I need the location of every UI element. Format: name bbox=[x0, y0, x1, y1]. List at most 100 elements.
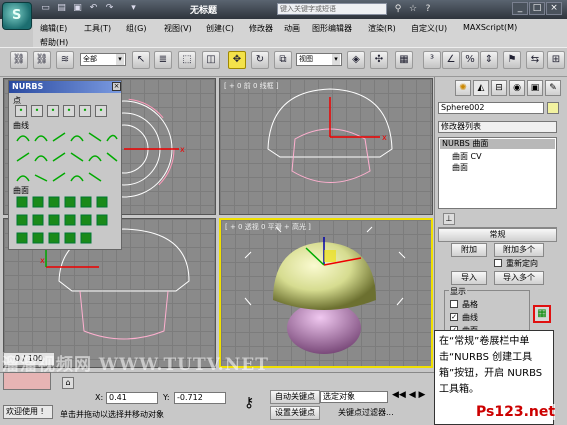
menu-maxscript[interactable]: MAXScript(M) bbox=[463, 23, 517, 32]
y-coord-field[interactable]: -0.712 bbox=[174, 392, 226, 404]
x-coord-field[interactable]: 0.41 bbox=[106, 392, 158, 404]
nurbs-creation-toolbox-button[interactable]: ▦ bbox=[533, 305, 551, 323]
menu-customize[interactable]: 自定义(U) bbox=[411, 23, 447, 34]
menu-create[interactable]: 创建(C) bbox=[206, 23, 234, 34]
menu-animation[interactable]: 动画 bbox=[284, 23, 300, 34]
select-and-move-icon[interactable]: ✥ bbox=[228, 51, 246, 69]
lock-selection-icon[interactable]: ⌂ bbox=[62, 377, 74, 389]
stack-tools bbox=[438, 212, 557, 228]
open-file-icon[interactable]: ▤ bbox=[56, 3, 67, 14]
playback-controls[interactable]: ◀◀ ◀ ▶ bbox=[392, 390, 432, 402]
reference-coordinate-dropdown[interactable]: 视图 bbox=[296, 53, 342, 66]
nurbs-toolbox[interactable]: NURBS × 点 • • • • • • 曲线 曲面 bbox=[8, 80, 122, 250]
stack-item-surface[interactable]: 曲面 bbox=[452, 162, 468, 173]
hierarchy-tab-icon[interactable]: ⊟ bbox=[491, 80, 507, 96]
nurbs-section-curve: 曲线 bbox=[13, 121, 29, 130]
viewport-perspective[interactable]: [ + 0 透视 0 平滑 + 高光 ] bbox=[219, 218, 433, 368]
help-icon[interactable]: ? bbox=[422, 3, 434, 15]
set-key-button[interactable]: 设置关键点 bbox=[270, 406, 320, 420]
menu-views[interactable]: 视图(V) bbox=[164, 23, 192, 34]
modify-tab-icon[interactable]: ◭ bbox=[473, 80, 489, 96]
display-lattice-label: 晶格 bbox=[462, 300, 478, 309]
nurbs-curve-point-icon[interactable]: • bbox=[47, 105, 59, 117]
nurbs-surface-curve-point-icon[interactable]: • bbox=[95, 105, 107, 117]
stack-item-surface-cv[interactable]: 曲面 CV bbox=[452, 151, 482, 162]
key-filters-button[interactable]: 关键点过滤器... bbox=[338, 407, 394, 418]
reorient-label: 重新定向 bbox=[506, 259, 538, 268]
bind-space-warp-icon[interactable]: ≋ bbox=[56, 51, 74, 69]
save-icon[interactable]: ▣ bbox=[72, 3, 83, 14]
binoculars-icon[interactable]: ⚲ bbox=[392, 3, 404, 15]
viewport-front[interactable]: x [ + 0 前 0 线框 ] bbox=[219, 78, 433, 215]
create-tab-icon[interactable]: ✺ bbox=[455, 80, 471, 96]
pin-stack-icon[interactable]: ⊥ bbox=[443, 213, 455, 225]
display-lattice-checkbox[interactable] bbox=[450, 300, 458, 308]
pivot-center-icon[interactable]: ◈ bbox=[347, 51, 365, 69]
menu-graph-editors[interactable]: 图形编辑器 bbox=[312, 23, 352, 34]
attach-button[interactable]: 附加 bbox=[451, 243, 487, 257]
close-button[interactable]: × bbox=[546, 2, 562, 15]
key-filter-dropdown[interactable]: 选定对象 bbox=[320, 391, 388, 403]
modifier-list-dropdown[interactable]: 修改器列表 bbox=[438, 121, 557, 133]
front-view-geometry: x bbox=[267, 88, 393, 183]
viewport-perspective-label: [ + 0 透视 0 平滑 + 高光 ] bbox=[225, 223, 311, 231]
display-tab-icon[interactable]: ▣ bbox=[527, 80, 543, 96]
search-input[interactable]: 键入关键字或短语 bbox=[277, 3, 387, 15]
menu-group[interactable]: 组(G) bbox=[126, 23, 146, 34]
percent-snap-icon[interactable]: % bbox=[461, 51, 479, 69]
nurbs-close-button[interactable]: × bbox=[112, 82, 121, 91]
key-mode-icon[interactable]: ⚷ bbox=[244, 395, 254, 411]
menu-tools[interactable]: 工具(T) bbox=[84, 23, 111, 34]
select-by-name-icon[interactable]: ≣ bbox=[154, 51, 172, 69]
select-and-scale-icon[interactable]: ⧉ bbox=[274, 51, 292, 69]
display-curves-label: 曲线 bbox=[462, 313, 478, 322]
nurbs-surface-point-icon[interactable]: • bbox=[79, 105, 91, 117]
redo-icon[interactable]: ↷ bbox=[104, 3, 115, 14]
general-rollout-header[interactable]: 常规 bbox=[438, 228, 557, 242]
window-title: 无标题 bbox=[190, 6, 218, 16]
maximize-button[interactable]: □ bbox=[529, 2, 545, 15]
nurbs-curve-curve-point-icon[interactable]: • bbox=[63, 105, 75, 117]
object-color-swatch[interactable] bbox=[547, 102, 559, 114]
angle-snap-icon[interactable]: ∠ bbox=[442, 51, 460, 69]
menu-rendering[interactable]: 渲染(R) bbox=[368, 23, 396, 34]
rect-selection-icon[interactable]: ⬚ bbox=[178, 51, 196, 69]
auto-key-button[interactable]: 自动关键点 bbox=[270, 390, 320, 404]
snap-toggle-icon[interactable]: ³ bbox=[423, 51, 441, 69]
motion-tab-icon[interactable]: ◉ bbox=[509, 80, 525, 96]
select-and-link-icon[interactable]: ⛓ bbox=[10, 51, 28, 69]
window-crossing-icon[interactable]: ◫ bbox=[202, 51, 220, 69]
manipulate-icon[interactable]: ✣ bbox=[370, 51, 388, 69]
select-object-icon[interactable]: ↖ bbox=[132, 51, 150, 69]
project-folder-icon[interactable]: ▾ bbox=[128, 3, 139, 14]
welcome-label: 欢迎使用 ! bbox=[3, 405, 53, 419]
reorient-checkbox[interactable] bbox=[494, 259, 502, 267]
undo-icon[interactable]: ↶ bbox=[88, 3, 99, 14]
spinner-snap-icon[interactable]: ⇕ bbox=[480, 51, 498, 69]
display-curves-checkbox[interactable]: ✓ bbox=[450, 313, 458, 321]
nurbs-toolbox-title[interactable]: NURBS bbox=[9, 81, 121, 93]
nurbs-point-tool-icon[interactable]: • bbox=[15, 105, 27, 117]
keyboard-shortcut-icon[interactable]: ▦ bbox=[395, 51, 413, 69]
mirror-icon[interactable]: ⇆ bbox=[526, 51, 544, 69]
new-file-icon[interactable]: ▭ bbox=[40, 3, 51, 14]
nurbs-offset-point-icon[interactable]: • bbox=[31, 105, 43, 117]
import-button[interactable]: 导入 bbox=[451, 271, 487, 285]
minimize-button[interactable]: _ bbox=[512, 2, 528, 15]
unlink-icon[interactable]: ⛓ bbox=[33, 51, 51, 69]
align-icon[interactable]: ⊞ bbox=[547, 51, 565, 69]
x-coord-label: X: bbox=[95, 393, 104, 402]
star-icon[interactable]: ☆ bbox=[407, 3, 419, 15]
attach-multiple-button[interactable]: 附加多个 bbox=[494, 243, 544, 257]
menu-edit[interactable]: 编辑(E) bbox=[40, 23, 67, 34]
menu-modifiers[interactable]: 修改器 bbox=[249, 23, 273, 34]
utilities-tab-icon[interactable]: ✎ bbox=[545, 80, 561, 96]
import-multiple-button[interactable]: 导入多个 bbox=[494, 271, 544, 285]
selection-filter-dropdown[interactable]: 全部 bbox=[80, 53, 126, 66]
svg-text:x: x bbox=[40, 256, 45, 265]
object-name-field[interactable]: Sphere002 bbox=[438, 102, 544, 114]
stack-item-nurbs-surface[interactable]: NURBS 曲面 bbox=[440, 139, 555, 149]
app-logo[interactable]: S bbox=[2, 2, 32, 30]
named-selection-icon[interactable]: ⚑ bbox=[503, 51, 521, 69]
select-and-rotate-icon[interactable]: ↻ bbox=[251, 51, 269, 69]
